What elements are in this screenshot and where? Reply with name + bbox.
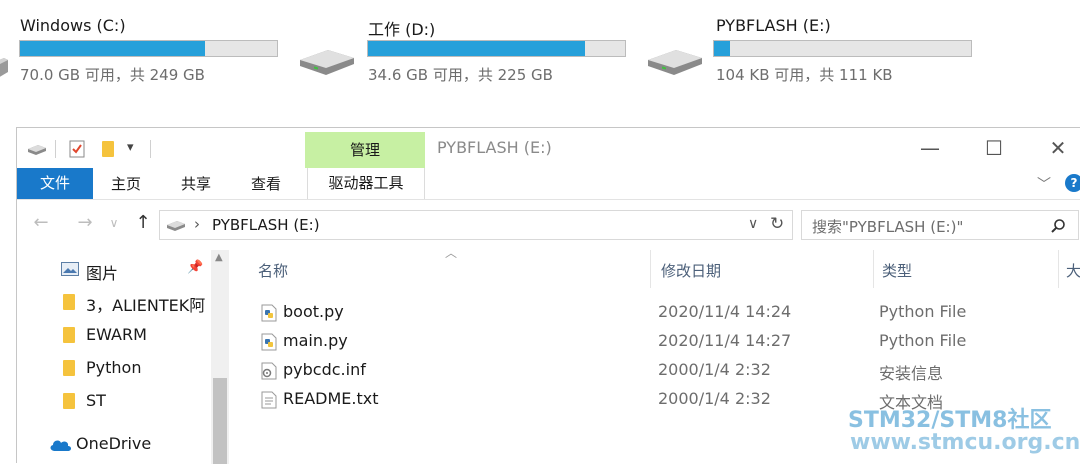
context-tab-manage[interactable]: 管理	[305, 132, 425, 168]
back-arrow-icon[interactable]: ←	[29, 208, 53, 238]
drive-c-space: 70.0 GB 可用，共 249 GB	[20, 66, 205, 84]
address-bar[interactable]: › PYBFLASH (E:) ∨ ↻	[159, 210, 793, 240]
table-row[interactable]: main.py 2020/11/4 14:27 Python File	[251, 329, 1080, 357]
drive-e-space: 104 KB 可用，共 111 KB	[716, 66, 893, 84]
folder-icon	[63, 393, 75, 409]
drive-e-usage-bar	[713, 40, 972, 57]
tab-drive-tools[interactable]: 驱动器工具	[307, 168, 425, 199]
folder-icon	[63, 327, 75, 343]
sidebar: 图片 📌 3，ALIENTEK阿 EWARM Python ST OneDriv…	[17, 250, 230, 464]
breadcrumb-pybflash[interactable]: PYBFLASH (E:)	[212, 216, 320, 234]
sidebar-item-python[interactable]: Python	[57, 356, 227, 382]
recent-chevron-icon[interactable]: ∨	[107, 208, 121, 238]
folder-icon	[63, 360, 75, 376]
search-input[interactable]: 搜索"PYBFLASH (E:)"	[812, 216, 963, 237]
tab-share[interactable]: 共享	[181, 169, 211, 199]
title-bar: ▾ 管理 PYBFLASH (E:) — ☐ ✕	[17, 128, 1080, 168]
text-file-icon	[261, 391, 277, 409]
sidebar-item-onedrive[interactable]: OneDrive	[47, 432, 217, 458]
properties-icon[interactable]	[69, 140, 85, 158]
drive-small-icon	[28, 145, 46, 155]
hard-drive-icon	[0, 58, 8, 77]
drive-d-usage-bar	[367, 40, 626, 57]
column-header-type[interactable]: 类型	[882, 260, 912, 281]
python-file-icon	[261, 304, 277, 322]
drive-d-name: 工作 (D:)	[368, 20, 436, 39]
python-file-icon	[261, 333, 277, 351]
address-dropdown-icon[interactable]: ∨	[748, 216, 758, 232]
drive-small-icon	[167, 221, 185, 231]
table-row[interactable]: boot.py 2020/11/4 14:24 Python File	[251, 300, 1080, 328]
onedrive-icon	[50, 440, 71, 451]
sort-indicator-icon: ︿	[445, 246, 458, 260]
refresh-icon[interactable]: ↻	[770, 214, 784, 234]
column-header-modified[interactable]: 修改日期	[661, 260, 721, 281]
navigation-bar: ← → ∨ ↑ › PYBFLASH (E:) ∨ ↻ 搜索"PYBFLASH …	[17, 208, 1080, 242]
column-header-name[interactable]: 名称	[258, 260, 288, 281]
sidebar-item-st[interactable]: ST	[57, 389, 227, 415]
drive-c-tile[interactable]: Windows (C:) 70.0 GB 可用，共 249 GB	[0, 10, 290, 84]
ribbon-expand-icon[interactable]: ﹀	[1037, 174, 1051, 194]
scroll-up-icon[interactable]: ▲	[215, 252, 223, 263]
drive-e-tile[interactable]: PYBFLASH (E:) 104 KB 可用，共 111 KB	[644, 10, 984, 84]
sidebar-scrollbar[interactable]: ▲	[211, 250, 229, 464]
pin-icon[interactable]: 📌	[187, 260, 203, 275]
watermark-url: www.stmcu.org.cn	[850, 430, 1080, 455]
tab-view[interactable]: 查看	[251, 169, 281, 199]
maximize-button[interactable]: ☐	[971, 128, 1017, 168]
hard-drive-icon	[648, 50, 702, 75]
chevron-down-icon[interactable]: ▾	[127, 140, 134, 155]
sidebar-item-alientek[interactable]: 3，ALIENTEK阿	[57, 290, 227, 316]
minimize-button[interactable]: —	[907, 128, 953, 168]
tab-file[interactable]: 文件	[17, 168, 93, 199]
column-header-size[interactable]: 大	[1066, 260, 1080, 281]
sidebar-item-ewarm[interactable]: EWARM	[57, 323, 227, 349]
window-title: PYBFLASH (E:)	[437, 138, 552, 157]
inf-file-icon	[261, 362, 277, 380]
search-box[interactable]: 搜索"PYBFLASH (E:)"	[801, 210, 1079, 240]
scrollbar-thumb[interactable]	[213, 378, 227, 464]
up-arrow-icon[interactable]: ↑	[131, 208, 155, 238]
hard-drive-icon	[300, 50, 354, 75]
help-icon[interactable]: ?	[1065, 174, 1080, 192]
sidebar-item-pictures[interactable]: 图片 📌	[57, 258, 207, 284]
drive-c-name: Windows (C:)	[20, 16, 126, 35]
folder-icon	[63, 294, 75, 310]
close-button[interactable]: ✕	[1035, 128, 1080, 168]
drive-d-space: 34.6 GB 可用，共 225 GB	[368, 66, 553, 84]
ribbon-tabs: 文件 主页 共享 查看 驱动器工具 ﹀ ?	[17, 168, 1080, 200]
breadcrumb-separator[interactable]: ›	[194, 215, 200, 233]
pictures-icon	[61, 262, 79, 276]
table-row[interactable]: pybcdc.inf 2000/1/4 2:32 安装信息	[251, 358, 1080, 386]
tab-home[interactable]: 主页	[111, 169, 141, 199]
new-folder-icon[interactable]	[101, 140, 115, 158]
drive-e-name: PYBFLASH (E:)	[716, 16, 831, 35]
drive-d-tile[interactable]: 工作 (D:) 34.6 GB 可用，共 225 GB	[296, 10, 636, 84]
search-icon[interactable]	[1050, 218, 1066, 234]
drive-c-usage-bar	[19, 40, 278, 57]
forward-arrow-icon[interactable]: →	[73, 208, 97, 238]
